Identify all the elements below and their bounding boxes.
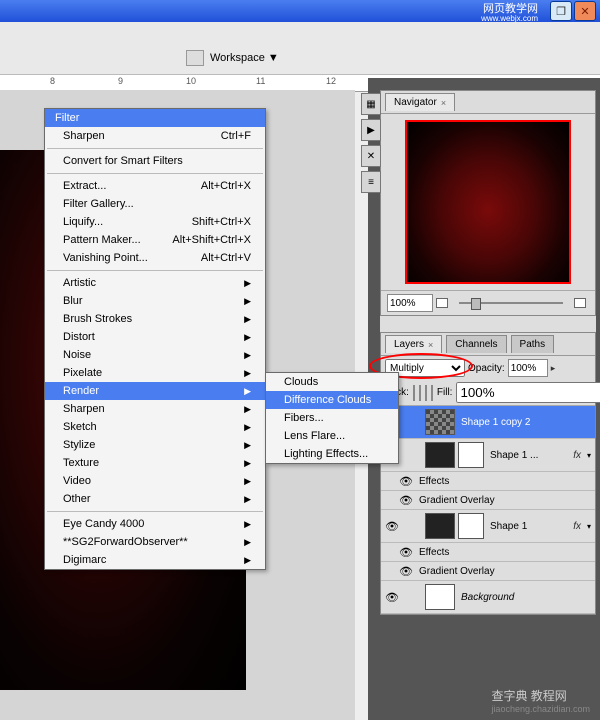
menu-item[interactable]: Pixelate▶ (45, 364, 265, 382)
layer-thumbnail[interactable] (425, 513, 455, 539)
effect-gradient-overlay[interactable]: 👁Gradient Overlay (381, 491, 595, 510)
menu-item[interactable]: Vanishing Point...Alt+Ctrl+V (45, 249, 265, 267)
lock-transparency-icon[interactable] (413, 385, 415, 401)
fx-badge[interactable]: fx (573, 450, 581, 461)
tab-paths[interactable]: Paths (511, 335, 555, 353)
layer-thumbnail[interactable] (425, 409, 455, 435)
watermark-top: 网页教学网 www.webjx.com (481, 4, 538, 24)
submenu-item[interactable]: Difference Clouds (266, 391, 398, 409)
panel-dock: ▦ ▶ ✕ ≡ Navigator× Layers× Channels Path… (368, 78, 600, 720)
menu-item[interactable]: Noise▶ (45, 346, 265, 364)
visibility-icon[interactable]: 👁 (385, 519, 399, 533)
submenu-item[interactable]: Lens Flare... (266, 427, 398, 445)
menu-item[interactable]: Sharpen▶ (45, 400, 265, 418)
layer-name: Shape 1 (490, 521, 567, 532)
zoom-input[interactable] (387, 294, 433, 312)
panel-button-4[interactable]: ≡ (361, 171, 381, 193)
panel-button-3[interactable]: ✕ (361, 145, 381, 167)
navigator-panel: ▦ ▶ ✕ ≡ Navigator× (380, 90, 596, 316)
layer-row[interactable]: 👁 Shape 1 copy 2 (381, 406, 595, 439)
menu-item[interactable]: SharpenCtrl+F (45, 127, 265, 145)
layer-mask[interactable] (458, 442, 484, 468)
close-button[interactable]: ✕ (574, 1, 596, 21)
effect-gradient-overlay[interactable]: 👁Gradient Overlay (381, 562, 595, 581)
lock-pixels-icon[interactable] (419, 385, 421, 401)
menu-item[interactable]: Distort▶ (45, 328, 265, 346)
menu-item[interactable]: Stylize▶ (45, 436, 265, 454)
menu-item[interactable]: Eye Candy 4000▶ (45, 515, 265, 533)
menu-item[interactable]: Texture▶ (45, 454, 265, 472)
panel-button-1[interactable]: ▦ (361, 93, 381, 115)
menu-title: Filter (45, 109, 265, 127)
workspace-icon (186, 50, 204, 66)
menu-item[interactable]: Render▶ (45, 382, 265, 400)
zoom-out-icon[interactable] (436, 298, 448, 308)
menu-item[interactable]: Sketch▶ (45, 418, 265, 436)
layer-mask[interactable] (458, 513, 484, 539)
layer-thumbnail[interactable] (425, 584, 455, 610)
menu-item[interactable]: Brush Strokes▶ (45, 310, 265, 328)
effects-row[interactable]: 👁Effects (381, 472, 595, 491)
chevron-right-icon[interactable]: ▸ (551, 363, 556, 374)
lock-position-icon[interactable] (425, 385, 427, 401)
menu-item[interactable]: Blur▶ (45, 292, 265, 310)
layer-thumbnail[interactable] (425, 442, 455, 468)
menu-item[interactable]: Other▶ (45, 490, 265, 508)
options-bar: Workspace ▼ (0, 22, 600, 75)
fill-input[interactable] (456, 382, 600, 403)
render-submenu: CloudsDifference CloudsFibers...Lens Fla… (265, 372, 399, 464)
fx-badge[interactable]: fx (573, 521, 581, 532)
layers-panel: Layers× Channels Paths Multiply Opacity:… (380, 332, 596, 615)
close-icon[interactable]: × (441, 98, 446, 108)
menu-item[interactable]: Artistic▶ (45, 274, 265, 292)
panel-button-2[interactable]: ▶ (361, 119, 381, 141)
layer-name: Shape 1 copy 2 (461, 417, 591, 428)
menu-item[interactable]: Filter Gallery... (45, 195, 265, 213)
watermark-bottom: 查字典 教程网 jiaocheng.chazidian.com (491, 687, 590, 714)
tab-channels[interactable]: Channels (446, 335, 506, 353)
tab-navigator[interactable]: Navigator× (385, 93, 455, 111)
zoom-slider[interactable] (459, 302, 563, 304)
collapsed-panel-buttons: ▦ ▶ ✕ ≡ (361, 93, 379, 197)
workspace-selector[interactable]: Workspace ▼ (186, 50, 279, 66)
layer-row[interactable]: 👁 Shape 1 fx▾ (381, 510, 595, 543)
visibility-icon[interactable]: 👁 (385, 590, 399, 604)
menu-item[interactable]: Convert for Smart Filters (45, 152, 265, 170)
navigator-preview[interactable] (405, 120, 571, 284)
fill-label: Fill: (437, 387, 453, 398)
layer-row[interactable]: 👁 Shape 1 ... fx▾ (381, 439, 595, 472)
restore-button[interactable]: ❐ (550, 1, 572, 21)
layer-row[interactable]: 👁 Background (381, 581, 595, 614)
menu-item[interactable]: Extract...Alt+Ctrl+X (45, 177, 265, 195)
submenu-item[interactable]: Fibers... (266, 409, 398, 427)
effects-row[interactable]: 👁Effects (381, 543, 595, 562)
submenu-item[interactable]: Lighting Effects... (266, 445, 398, 463)
opacity-input[interactable] (508, 359, 548, 377)
zoom-in-icon[interactable] (574, 298, 586, 308)
menu-item[interactable]: Digimarc▶ (45, 551, 265, 569)
tab-layers[interactable]: Layers× (385, 335, 442, 353)
opacity-label: Opacity: (468, 363, 505, 374)
submenu-item[interactable]: Clouds (266, 373, 398, 391)
lock-all-icon[interactable] (431, 385, 433, 401)
layer-name: Shape 1 ... (490, 450, 567, 461)
menu-item[interactable]: Pattern Maker...Alt+Shift+Ctrl+X (45, 231, 265, 249)
menu-item[interactable]: **SG2ForwardObserver**▶ (45, 533, 265, 551)
menu-item[interactable]: Liquify...Shift+Ctrl+X (45, 213, 265, 231)
workspace-label: Workspace ▼ (210, 52, 279, 64)
menu-item[interactable]: Video▶ (45, 472, 265, 490)
layer-name: Background (461, 592, 591, 603)
filter-menu: Filter SharpenCtrl+F Convert for Smart Fi… (44, 108, 266, 570)
